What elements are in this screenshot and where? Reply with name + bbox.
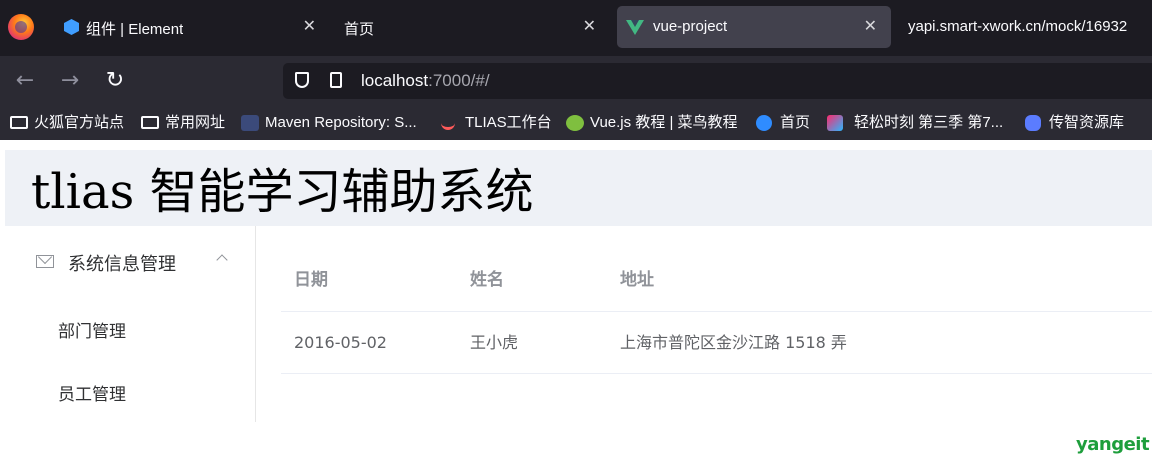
close-icon[interactable]: ✕ (864, 16, 877, 36)
shield-icon[interactable] (295, 72, 309, 88)
youku-icon (827, 115, 843, 131)
tab-element[interactable]: 组件 | Element ✕ (56, 6, 330, 48)
vue-icon (626, 20, 644, 35)
table-cell-date: 2016-05-02 (294, 333, 387, 352)
reload-icon[interactable]: ↻ (100, 66, 130, 96)
data-table: 日期 姓名 地址 2016-05-02 王小虎 上海市普陀区金沙江路 1518 … (281, 250, 1152, 374)
bookmark-label: 轻松时刻 第三季 第7... (854, 114, 1004, 131)
watermark-logo: yangeit (1076, 434, 1150, 455)
column-header-date[interactable]: 日期 (294, 250, 328, 311)
folder-icon (10, 116, 28, 129)
app-header: tlias 智能学习辅助系统 (5, 150, 1152, 226)
sidebar-menu: 系统信息管理 部门管理 员工管理 (5, 226, 256, 422)
menu-item-employee[interactable]: 员工管理 (5, 363, 255, 419)
chevron-up-icon (216, 254, 228, 266)
bookmark-label: TLIAS工作台 (465, 114, 552, 131)
runoob-icon (566, 115, 584, 131)
tab-label: 组件 | Element (86, 21, 184, 38)
tab-label: vue-project (653, 18, 728, 35)
bilibili-icon (756, 115, 772, 131)
submenu-system-info[interactable]: 系统信息管理 (5, 226, 255, 296)
tab-vue-project[interactable]: vue-project ✕ (617, 6, 891, 48)
tab-strip: 组件 | Element ✕ 首页 ✕ vue-project ✕ yapi.s… (0, 0, 1152, 56)
table-cell-name: 王小虎 (470, 333, 519, 352)
menu-item-dept[interactable]: 部门管理 (5, 300, 255, 356)
navigation-bar: ← → ↻ localhost:7000/#/ (0, 56, 1152, 106)
submenu-label: 系统信息管理 (68, 254, 176, 275)
column-header-address[interactable]: 地址 (620, 250, 654, 311)
tlias-icon (441, 115, 455, 130)
url-host: localhost (361, 71, 429, 90)
tab-label: yapi.smart-xwork.cn/mock/16932 (908, 18, 1128, 35)
bookmark-label: 首页 (780, 114, 811, 131)
url-path: :7000/#/ (428, 71, 490, 90)
table-cell-address: 上海市普陀区金沙江路 1518 弄 (620, 333, 847, 352)
element-icon (64, 19, 79, 35)
column-header-name[interactable]: 姓名 (470, 250, 504, 311)
maven-icon (241, 115, 259, 131)
page-title: tlias 智能学习辅助系统 (31, 164, 534, 220)
bookmark-label: Maven Repository: S... (265, 114, 417, 131)
url-text[interactable]: localhost:7000/#/ (361, 71, 490, 91)
table-row[interactable]: 2016-05-02 王小虎 上海市普陀区金沙江路 1518 弄 (281, 312, 1152, 374)
forward-arrow-icon[interactable]: → (55, 66, 85, 96)
bookmark-label: 常用网址 (165, 114, 226, 131)
bookmark-label: 传智资源库 (1049, 114, 1125, 131)
bookmarks-toolbar: 火狐官方站点 常用网址 Maven Repository: S... TLIAS… (0, 106, 1152, 140)
menu-item-label: 部门管理 (58, 322, 126, 342)
bookmark-label: 火狐官方站点 (34, 114, 125, 131)
table-header-row: 日期 姓名 地址 (281, 250, 1152, 312)
folder-icon (141, 116, 159, 129)
back-arrow-icon[interactable]: ← (10, 66, 40, 96)
firefox-logo-icon[interactable] (8, 14, 34, 40)
bookmark-label: Vue.js 教程 | 菜鸟教程 (590, 114, 738, 131)
tab-label: 首页 (344, 21, 375, 38)
message-icon (36, 255, 54, 268)
page-icon[interactable] (330, 72, 342, 88)
database-icon (1025, 115, 1041, 131)
close-icon[interactable]: ✕ (583, 16, 596, 36)
menu-item-label: 员工管理 (58, 385, 126, 405)
address-bar[interactable]: localhost:7000/#/ (283, 63, 1152, 99)
tab-yapi[interactable]: yapi.smart-xwork.cn/mock/16932 (878, 6, 1152, 48)
tab-home[interactable]: 首页 ✕ (314, 6, 610, 48)
